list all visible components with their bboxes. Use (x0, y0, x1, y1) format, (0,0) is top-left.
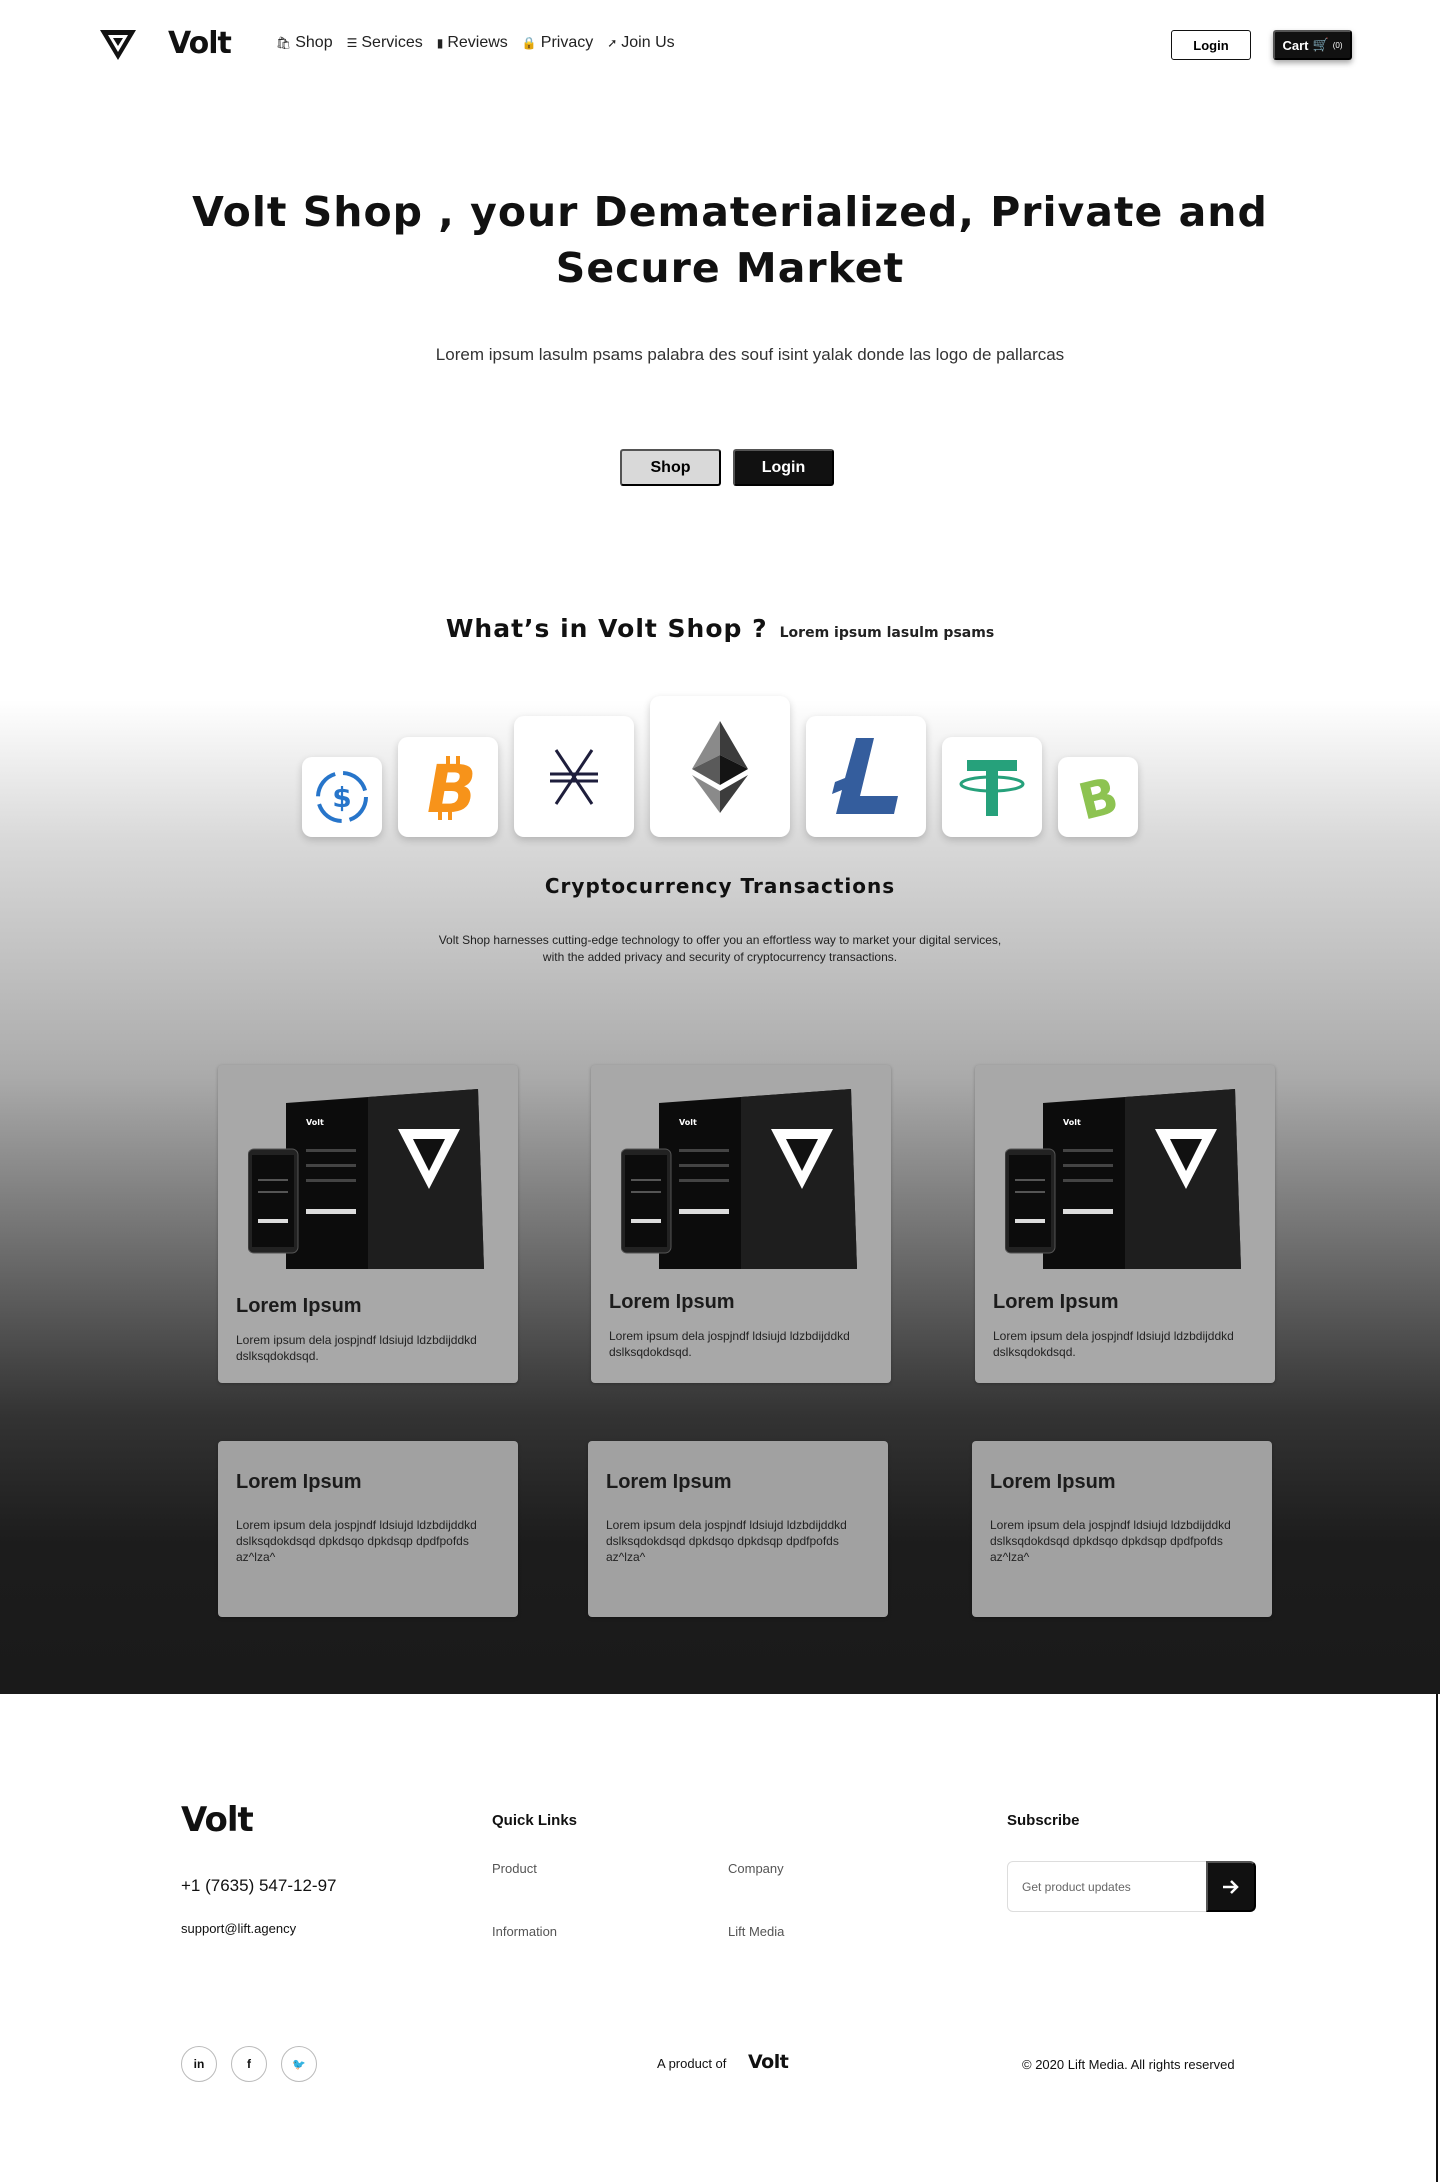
twitter-icon[interactable]: 🐦 (281, 2046, 317, 2082)
tether-icon (942, 737, 1042, 837)
footer-link-information[interactable]: Information (492, 1924, 557, 1939)
svg-text:B: B (1073, 769, 1123, 825)
bitcoin-cash-icon: B (1058, 757, 1138, 837)
linkedin-icon[interactable]: in (181, 2046, 217, 2082)
footer-link-lift-media[interactable]: Lift Media (728, 1924, 784, 1939)
cart-label: Cart (1282, 37, 1309, 53)
nav-item-services[interactable]: ☰ Services (347, 34, 423, 52)
card-body: Lorem ipsum dela jospjndf ldsiujd ldzbdi… (609, 1329, 850, 1359)
usdc-icon: $ (302, 757, 382, 837)
feature-card[interactable]: Volt Lorem Ipsum Lorem ipsum dela jospjn… (591, 1065, 891, 1383)
page-edge-divider (1436, 1694, 1438, 2182)
footer-phone[interactable]: +1 (7635) 547-12-97 (181, 1876, 336, 1896)
main-nav: 🛍 Shop ☰ Services ▮ Reviews 🔒 Privacy ➚ … (276, 34, 675, 52)
card-body: Lorem ipsum dela jospjndf ldsiujd ldzbdi… (993, 1329, 1234, 1359)
device-mockup-image: Volt (621, 1089, 857, 1269)
info-card[interactable]: Lorem Ipsum Lorem ipsum dela jospjndf ld… (972, 1441, 1272, 1617)
footer-logo[interactable]: Volt (181, 1800, 254, 1840)
cart-button[interactable]: Cart 🛒 (0) (1273, 30, 1352, 60)
card-title: Lorem Ipsum (609, 1291, 735, 1313)
section-heading: What’s in Volt Shop ? Lorem ipsum lasulm… (0, 614, 1440, 643)
cart-icon: 🛒 (1312, 37, 1329, 52)
stellar-icon (514, 716, 634, 837)
footer-link-product[interactable]: Product (492, 1861, 537, 1876)
info-card[interactable]: Lorem Ipsum Lorem ipsum dela jospjndf ld… (588, 1441, 888, 1617)
logo-text[interactable]: Volt (168, 26, 232, 61)
subscribe-submit-button[interactable] (1206, 1861, 1256, 1912)
card-title: Lorem Ipsum (236, 1471, 362, 1493)
card-title: Lorem Ipsum (606, 1471, 732, 1493)
nav-item-privacy[interactable]: 🔒 Privacy (522, 34, 593, 52)
subscribe-title: Subscribe (1007, 1812, 1080, 1829)
card-title: Lorem Ipsum (993, 1291, 1119, 1313)
svg-text:Volt: Volt (1063, 1118, 1081, 1127)
quick-links-title: Quick Links (492, 1812, 578, 1829)
feature-card[interactable]: Volt Lorem Ipsum Lorem ipsum dela jospjn… (218, 1065, 518, 1383)
info-card[interactable]: Lorem Ipsum Lorem ipsum dela jospjndf ld… (218, 1441, 518, 1617)
nav-item-reviews[interactable]: ▮ Reviews (437, 34, 508, 52)
svg-text:Volt: Volt (306, 1118, 324, 1127)
arrow-icon: ➚ (607, 36, 618, 50)
card-body: Lorem ipsum dela jospjndf ldsiujd ldzbdi… (606, 1518, 847, 1564)
login-button[interactable]: Login (1171, 30, 1251, 60)
card-title: Lorem Ipsum (236, 1295, 362, 1317)
footer-email[interactable]: support@lift.agency (181, 1921, 296, 1936)
feature-card[interactable]: Volt Lorem Ipsum Lorem ipsum dela jospjn… (975, 1065, 1275, 1383)
product-of-label: A product of (657, 2056, 727, 2071)
card-body: Lorem ipsum dela jospjndf ldsiujd ldzbdi… (236, 1518, 477, 1564)
facebook-icon[interactable]: f (231, 2046, 267, 2082)
list-icon: ☰ (346, 36, 358, 50)
volt-logo-icon[interactable] (100, 28, 136, 62)
bag-icon: 🛍 (276, 36, 292, 50)
device-mockup-image: Volt (248, 1089, 484, 1269)
cart-count: (0) (1332, 40, 1343, 50)
nav-label: Shop (295, 34, 333, 51)
nav-label: Reviews (447, 34, 508, 51)
comment-icon: ▮ (436, 36, 444, 50)
hero-title: Volt Shop , your Dematerialized, Private… (192, 188, 1268, 292)
lock-icon: 🔒 (521, 36, 537, 50)
card-title: Lorem Ipsum (990, 1471, 1116, 1493)
nav-label: Privacy (540, 34, 594, 51)
arrow-right-icon (1223, 1879, 1239, 1894)
hero-shop-button[interactable]: Shop (620, 449, 721, 486)
card-body: Lorem ipsum dela jospjndf ldsiujd ldzbdi… (236, 1333, 477, 1363)
section-subtitle: Lorem ipsum lasulm psams (779, 625, 995, 641)
litecoin-icon (806, 716, 926, 837)
card-body: Lorem ipsum dela jospjndf ldsiujd ldzbdi… (990, 1518, 1231, 1564)
nav-label: Services (361, 34, 423, 51)
footer-link-company[interactable]: Company (728, 1861, 784, 1876)
hero-subtitle: Lorem ipsum lasulm psams palabra des sou… (435, 345, 1065, 364)
crypto-description: Volt Shop harnesses cutting-edge technol… (438, 933, 1002, 964)
svg-text:Volt: Volt (679, 1118, 697, 1127)
crypto-title: Cryptocurrency Transactions (544, 874, 896, 898)
copyright: © 2020 Lift Media. All rights reserved (1022, 2057, 1235, 2072)
section-title: What’s in Volt Shop ? (445, 614, 768, 643)
product-of-logo[interactable]: Volt (748, 2051, 789, 2073)
device-mockup-image: Volt (1005, 1089, 1241, 1269)
bitcoin-icon: B (398, 737, 498, 837)
site-header: Volt 🛍 Shop ☰ Services ▮ Reviews 🔒 Priva… (0, 0, 1440, 90)
ethereum-icon (650, 696, 790, 837)
subscribe-email-input[interactable] (1007, 1861, 1207, 1912)
svg-text:$: $ (332, 781, 351, 814)
hero-login-button[interactable]: Login (733, 449, 834, 486)
site-footer (0, 1694, 1440, 2182)
nav-item-shop[interactable]: 🛍 Shop (276, 34, 333, 52)
nav-label: Join Us (621, 34, 675, 51)
nav-item-join-us[interactable]: ➚ Join Us (607, 34, 674, 52)
